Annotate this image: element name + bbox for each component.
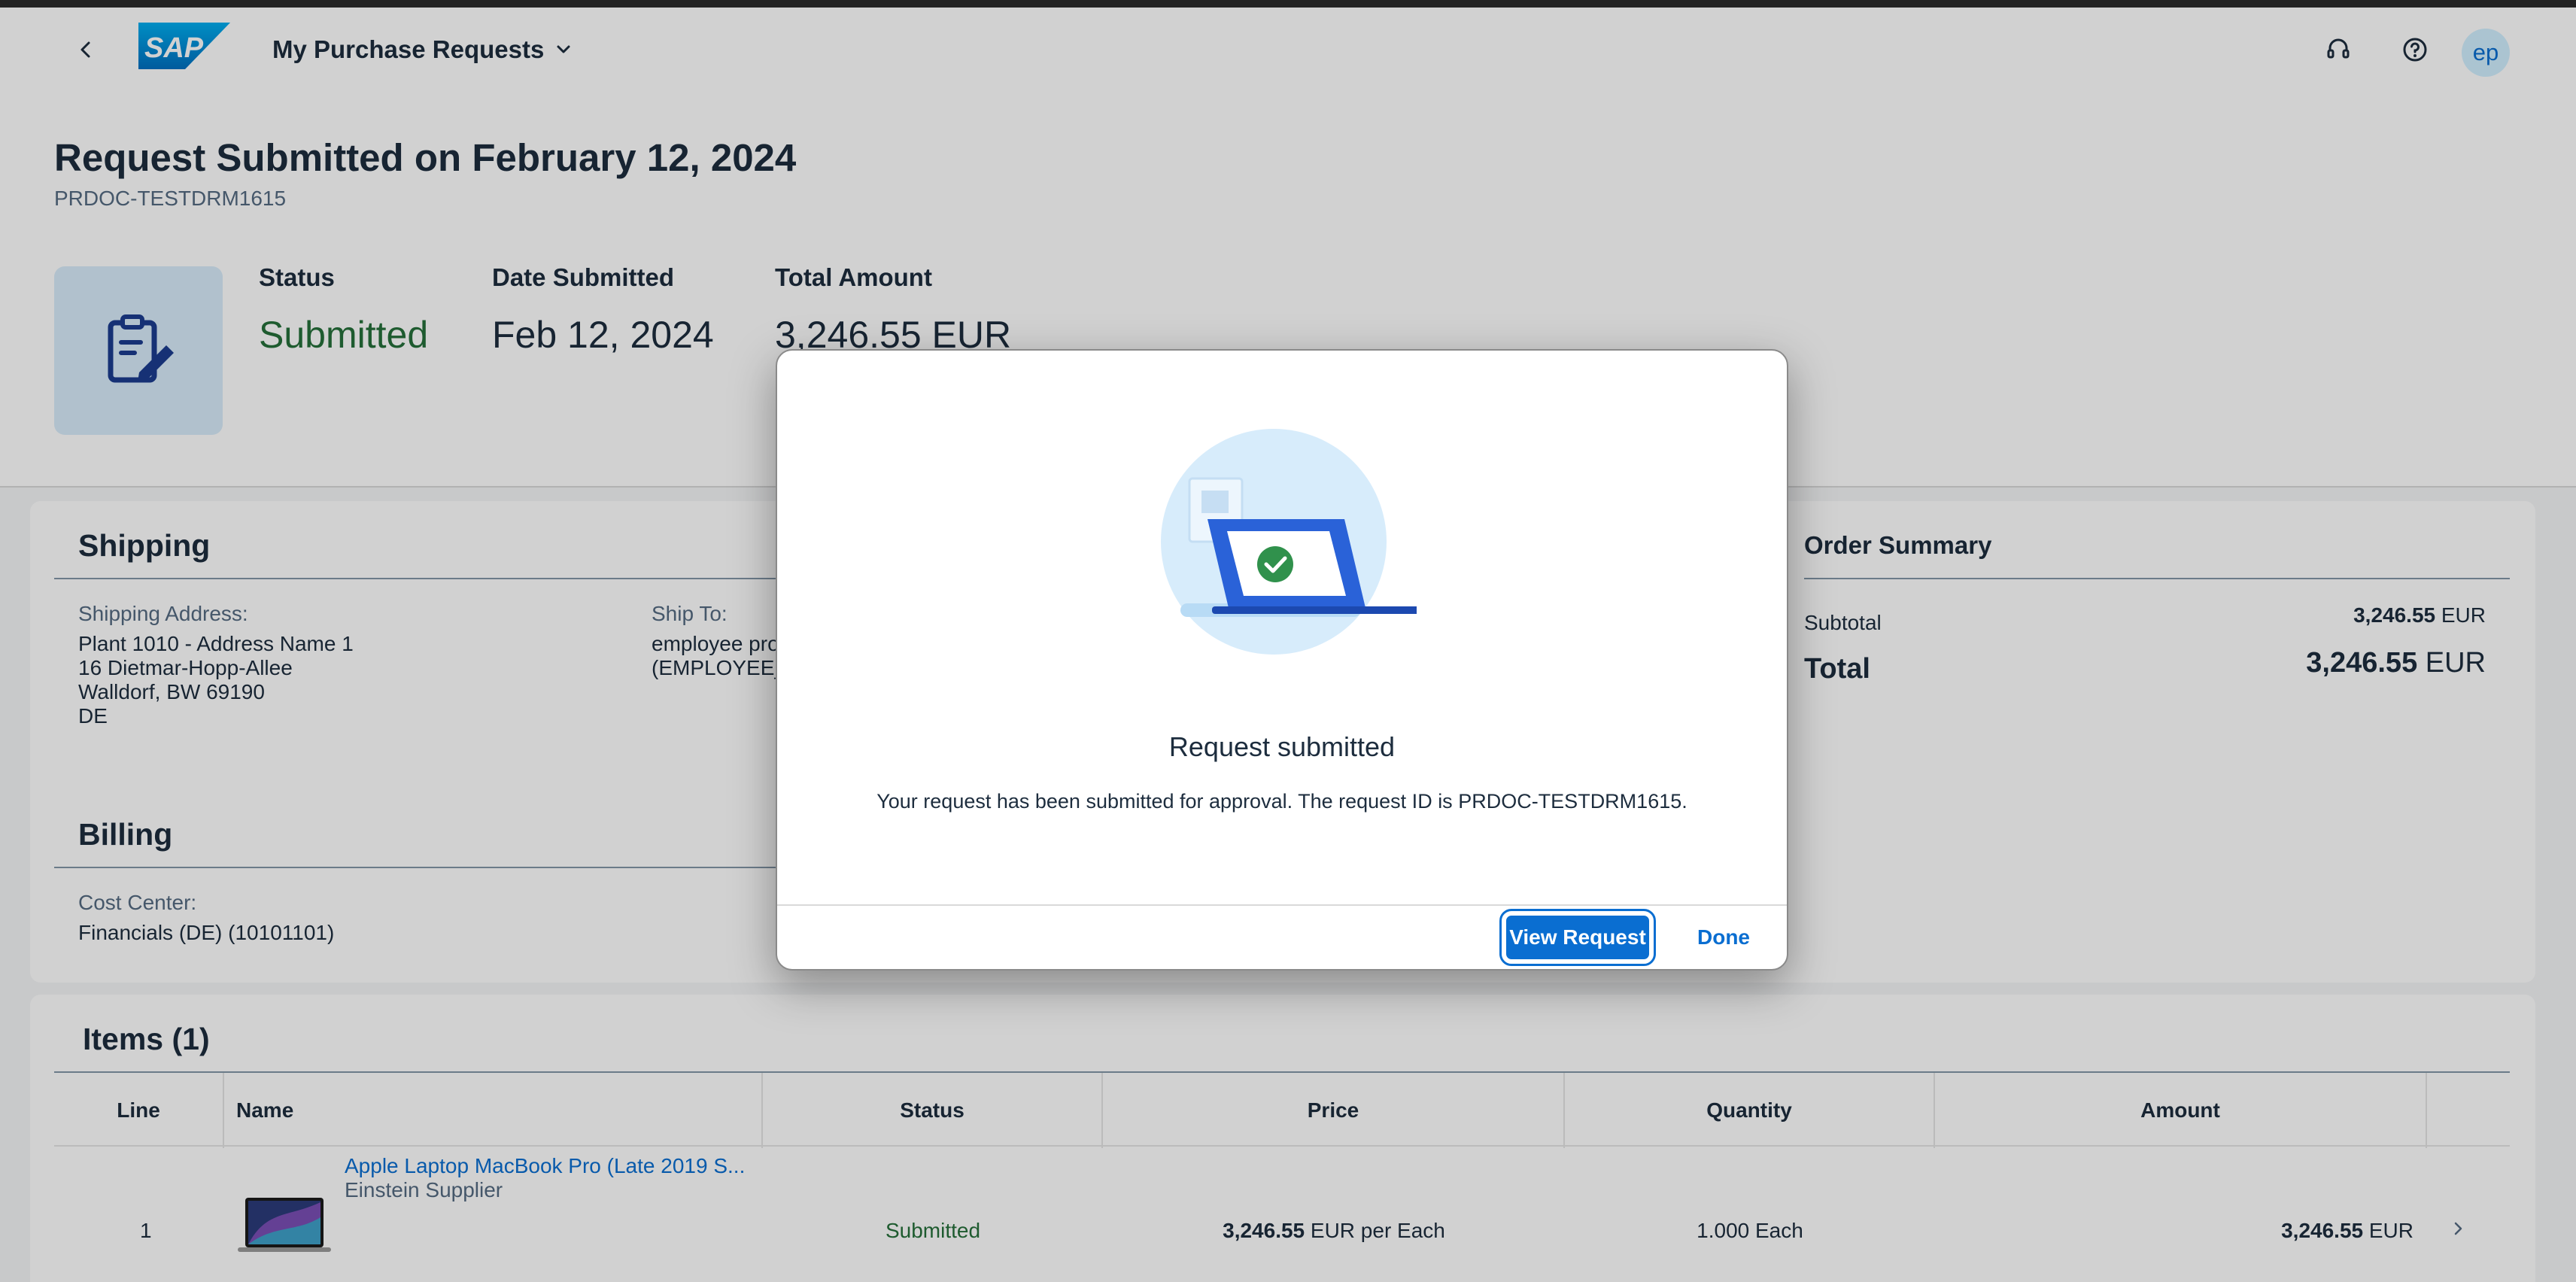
success-illustration	[1161, 429, 1445, 670]
request-submitted-dialog: Request submitted Your request has been …	[776, 349, 1788, 971]
done-button[interactable]: Done	[1678, 913, 1769, 962]
dialog-description: Your request has been submitted for appr…	[876, 790, 1687, 813]
view-request-button[interactable]: View Request	[1499, 909, 1656, 966]
dialog-footer: View Request Done	[777, 904, 1787, 969]
dialog-title: Request submitted	[1168, 731, 1396, 762]
